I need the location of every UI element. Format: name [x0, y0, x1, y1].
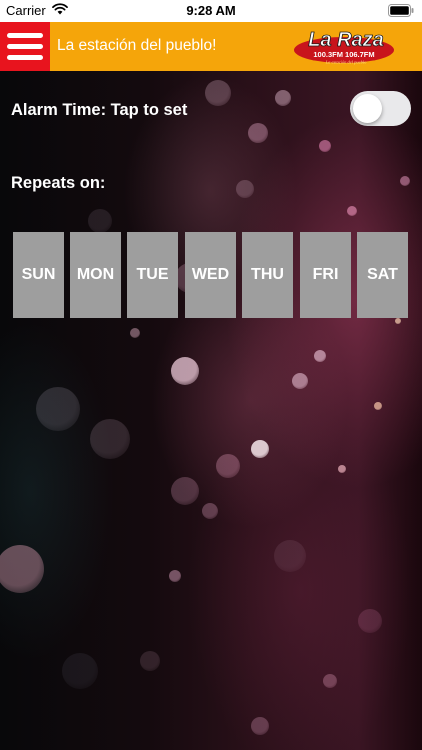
alarm-toggle[interactable] — [350, 91, 411, 126]
bokeh-dot — [0, 545, 44, 593]
bokeh-dot — [292, 373, 308, 389]
svg-text:La Raza: La Raza — [308, 29, 384, 51]
bokeh-dot — [251, 717, 269, 735]
day-button-sat[interactable]: SAT — [357, 232, 408, 318]
bokeh-dot — [374, 402, 382, 410]
bokeh-dot — [62, 653, 98, 689]
la-raza-logo: La Raza 100.3FM 106.7FM La estación del … — [294, 29, 394, 65]
bokeh-dot — [205, 80, 231, 106]
bokeh-dot — [88, 209, 112, 233]
bokeh-dot — [140, 651, 160, 671]
bokeh-dot — [90, 419, 130, 459]
svg-text:La estación del pueblo: La estación del pueblo — [325, 60, 368, 65]
bokeh-dot — [395, 318, 401, 324]
bokeh-dot — [236, 180, 254, 198]
day-button-tue[interactable]: TUE — [127, 232, 178, 318]
bokeh-dot — [358, 609, 382, 633]
alarm-time-label[interactable]: Alarm Time: Tap to set — [11, 101, 187, 120]
bokeh-dot — [323, 674, 337, 688]
repeats-label: Repeats on: — [11, 174, 106, 192]
bokeh-dot — [169, 570, 181, 582]
battery-icon — [388, 4, 414, 20]
bokeh-dot — [338, 465, 346, 473]
header-tagline: La estación del pueblo! — [57, 37, 217, 54]
day-button-thu[interactable]: THU — [242, 232, 293, 318]
bokeh-dot — [171, 477, 199, 505]
alarm-screen: Alarm Time: Tap to set Repeats on: SUN M… — [0, 71, 422, 750]
bokeh-dot — [171, 357, 199, 385]
repeat-days: SUN MON TUE WED THU FRI SAT — [13, 232, 409, 318]
bokeh-dot — [36, 387, 80, 431]
bokeh-dot — [319, 140, 331, 152]
svg-text:100.3FM 106.7FM: 100.3FM 106.7FM — [313, 50, 374, 59]
app-header: La estación del pueblo! La Raza 100.3FM … — [0, 22, 422, 71]
status-time: 9:28 AM — [186, 3, 236, 18]
bokeh-dot — [274, 540, 306, 572]
bokeh-dot — [202, 503, 218, 519]
day-button-fri[interactable]: FRI — [300, 232, 351, 318]
hamburger-menu-icon[interactable] — [0, 22, 50, 71]
bokeh-dot — [130, 328, 140, 338]
bokeh-dot — [275, 90, 291, 106]
day-button-wed[interactable]: WED — [185, 232, 236, 318]
bokeh-dot — [314, 350, 326, 362]
bokeh-dot — [251, 440, 269, 458]
bokeh-dot — [347, 206, 357, 216]
bokeh-dot — [400, 176, 410, 186]
alarm-toggle-knob — [353, 94, 382, 123]
bokeh-dot — [216, 454, 240, 478]
status-bar: Carrier 9:28 AM — [0, 0, 422, 22]
bokeh-dot — [248, 123, 268, 143]
day-button-mon[interactable]: MON — [70, 232, 121, 318]
day-button-sun[interactable]: SUN — [13, 232, 64, 318]
